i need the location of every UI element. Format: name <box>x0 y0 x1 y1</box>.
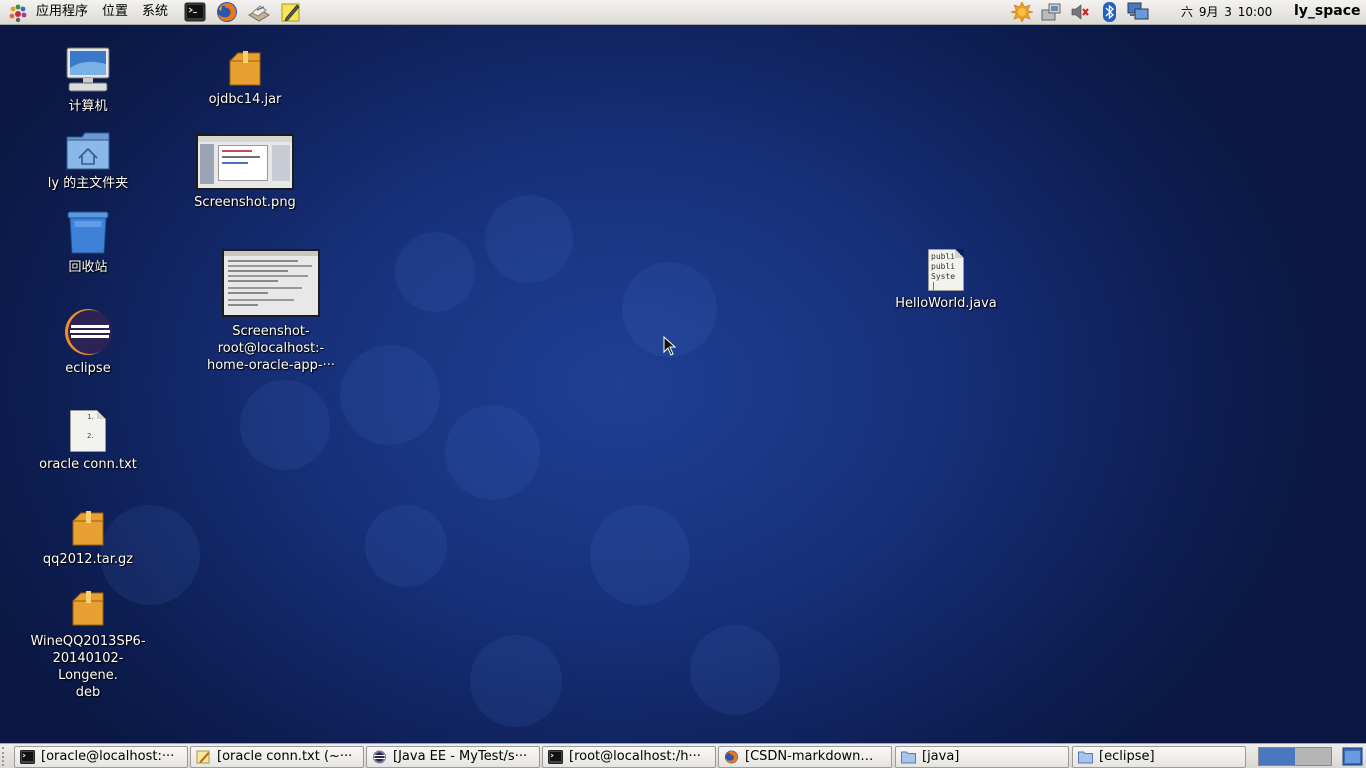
home-folder-icon <box>65 131 111 171</box>
jar-archive-icon <box>228 51 262 87</box>
username[interactable]: ly_space <box>1294 3 1361 20</box>
wallpaper-bokeh <box>340 345 440 445</box>
image-thumbnail-icon <box>196 134 294 190</box>
text-file-icon: 1. 2. <box>70 410 106 452</box>
java-file-icon: publi publi Syste | <box>928 249 964 291</box>
task-label: [root@localhost:/h··· <box>569 749 701 764</box>
terminal-launcher-icon[interactable] <box>184 1 206 23</box>
archive-icon <box>71 591 105 627</box>
terminal-icon <box>20 750 35 764</box>
wallpaper-bokeh <box>240 380 330 470</box>
task-label: [oracle conn.txt (~··· <box>217 749 353 764</box>
taskbar-item-eclipse[interactable]: [Java EE - MyTest/s··· <box>366 746 540 768</box>
terminal-icon <box>548 750 563 764</box>
screenshot-terminal-desktop-icon[interactable]: Screenshot- root@localhost:- home-oracle… <box>206 249 336 374</box>
icon-label: ly 的主文件夹 <box>47 176 129 191</box>
icon-label: oracle conn.txt <box>39 457 137 472</box>
icon-label: 计算机 <box>68 99 108 114</box>
task-label: [Java EE - MyTest/s··· <box>393 749 528 764</box>
icon-label: HelloWorld.java <box>895 296 997 311</box>
volume-muted-icon[interactable] <box>1070 2 1092 22</box>
workspace-1[interactable] <box>1259 748 1295 765</box>
oracle-conn-file-desktop-icon[interactable]: 1. 2. oracle conn.txt <box>23 410 153 473</box>
show-desktop-button-left[interactable] <box>2 747 10 766</box>
text-editor-launcher-icon[interactable] <box>280 1 302 23</box>
computer-desktop-icon[interactable]: 计算机 <box>23 46 153 115</box>
show-desktop-icon[interactable] <box>1342 747 1363 766</box>
network-connections-icon[interactable] <box>1127 2 1149 22</box>
eclipse-icon <box>63 308 113 356</box>
eclipse-desktop-icon[interactable]: eclipse <box>23 308 153 377</box>
icon-label-line: 20140102-Longene. <box>52 651 124 683</box>
gnome-foot-icon[interactable] <box>8 3 28 23</box>
wallpaper-bokeh <box>445 405 540 500</box>
icon-label: qq2012.tar.gz <box>42 552 134 567</box>
network-icon[interactable] <box>1040 2 1062 22</box>
screenshot-png-desktop-icon[interactable]: Screenshot.png <box>180 134 310 211</box>
icon-label: 回收站 <box>68 260 108 275</box>
wallpaper-bokeh <box>395 232 475 312</box>
icon-label: Screenshot.png <box>194 195 296 210</box>
taskbar-item-root-terminal[interactable]: [root@localhost:/h··· <box>542 746 716 768</box>
archive-icon <box>71 511 105 547</box>
qq2012-archive-desktop-icon[interactable]: qq2012.tar.gz <box>23 511 153 568</box>
firefox-icon <box>724 750 739 764</box>
wallpaper-bokeh <box>590 505 690 605</box>
mouse-pointer-icon <box>663 335 677 356</box>
icon-label: ojdbc14.jar <box>208 92 282 107</box>
top-panel: 应用程序 位置 系统 六 9月 3 10:00 ly_space <box>0 0 1366 25</box>
trash-icon <box>66 209 110 255</box>
folder-icon <box>1078 750 1093 764</box>
taskbar-item-eclipse-folder[interactable]: [eclipse] <box>1072 746 1246 768</box>
text-editor-icon <box>196 750 211 764</box>
workspace-switcher <box>1258 747 1332 766</box>
task-label: [CSDN-markdown… <box>745 749 874 764</box>
taskbar-item-java-folder[interactable]: [java] <box>895 746 1069 768</box>
task-label: [oracle@localhost:··· <box>41 749 175 764</box>
task-label: [java] <box>922 749 960 764</box>
icon-label-line: Screenshot- <box>232 324 310 339</box>
update-notifier-icon[interactable] <box>1009 1 1035 23</box>
trash-desktop-icon[interactable]: 回收站 <box>23 209 153 276</box>
icon-label-line: deb <box>75 685 101 700</box>
file-manager-launcher-icon[interactable] <box>248 1 270 23</box>
clock[interactable]: 六 9月 3 10:00 <box>1181 5 1272 19</box>
taskbar-item-oracle-conn-editor[interactable]: [oracle conn.txt (~··· <box>190 746 364 768</box>
icon-label-line: WineQQ2013SP6- <box>30 634 146 649</box>
icon-label-line: root@localhost:- <box>217 341 325 356</box>
taskbar-item-oracle-terminal[interactable]: [oracle@localhost:··· <box>14 746 188 768</box>
icon-label-line: home-oracle-app-··· <box>206 358 336 373</box>
taskbar-item-firefox[interactable]: [CSDN-markdown… <box>718 746 892 768</box>
wallpaper-bokeh <box>485 195 573 283</box>
folder-icon <box>901 750 916 764</box>
wallpaper-bokeh <box>690 625 780 715</box>
bluetooth-icon[interactable] <box>1099 2 1121 22</box>
workspace-2[interactable] <box>1295 748 1331 765</box>
desktop[interactable]: 计算机 ly 的主文件夹 回收站 eclipse 1. 2. oracle co… <box>0 25 1366 743</box>
ojdbc14-jar-desktop-icon[interactable]: ojdbc14.jar <box>180 51 310 108</box>
computer-icon <box>64 46 112 94</box>
eclipse-icon <box>372 750 387 764</box>
wallpaper-bokeh <box>470 635 562 727</box>
applications-menu[interactable]: 应用程序 <box>36 4 88 20</box>
system-menu[interactable]: 系统 <box>142 4 168 20</box>
bottom-panel: [oracle@localhost:··· [oracle conn.txt (… <box>0 743 1366 768</box>
home-folder-desktop-icon[interactable]: ly 的主文件夹 <box>23 131 153 192</box>
task-label: [eclipse] <box>1099 749 1155 764</box>
icon-label: eclipse <box>65 361 111 376</box>
places-menu[interactable]: 位置 <box>102 4 128 20</box>
image-thumbnail-icon <box>222 249 320 317</box>
firefox-launcher-icon[interactable] <box>216 1 238 23</box>
helloworld-java-desktop-icon[interactable]: publi publi Syste | HelloWorld.java <box>881 249 1011 312</box>
wineqq-archive-desktop-icon[interactable]: WineQQ2013SP6- 20140102-Longene. deb <box>23 591 153 701</box>
wallpaper-bokeh <box>365 505 447 587</box>
